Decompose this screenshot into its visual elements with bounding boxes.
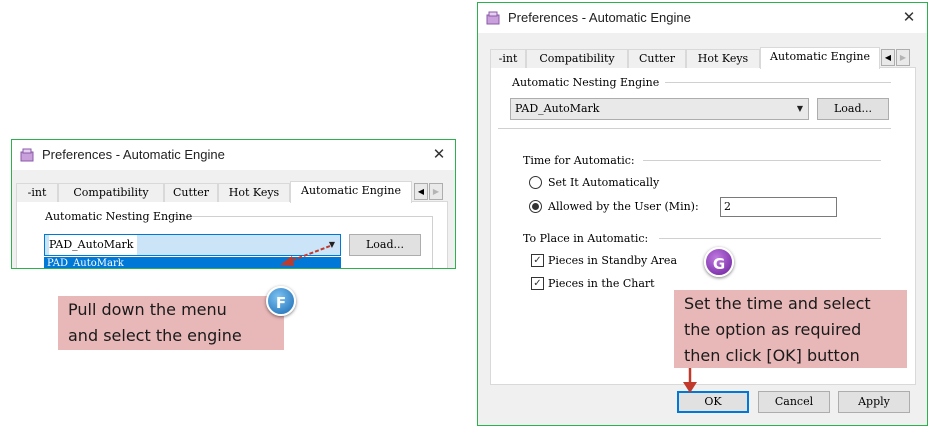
pointer-arrow [280, 245, 331, 266]
callout-g-line: the option as required [684, 320, 862, 339]
callout-g-line: Set the time and select [684, 294, 871, 313]
step-badge-g: G [704, 247, 734, 277]
close-icon[interactable]: ✕ [429, 144, 449, 164]
group-border [498, 128, 891, 129]
checkbox-standby-area[interactable]: ✓ [531, 254, 544, 267]
tab-cutter[interactable]: Cutter [164, 183, 218, 202]
minutes-input[interactable]: 2 [720, 197, 837, 217]
place-group-label: To Place in Automatic: [523, 232, 649, 245]
callout-f-line: and select the engine [68, 326, 242, 345]
pointer-arrow [683, 368, 697, 393]
ok-button[interactable]: OK [677, 391, 749, 413]
time-group-label: Time for Automatic: [523, 154, 635, 167]
group-border [432, 216, 433, 268]
engine-group-label: Automatic Nesting Engine [512, 76, 660, 89]
callout-f: Pull down the menu and select the engine [58, 296, 284, 350]
engine-combo[interactable]: PAD_AutoMark ▼ [510, 98, 809, 120]
tab-compatibility[interactable]: Compatibility [526, 49, 628, 68]
callout-g: Set the time and select the option as re… [674, 290, 907, 368]
title-bar[interactable]: Preferences - Automatic Engine ✕ [12, 140, 455, 170]
callout-g-line: then click [OK] button [684, 346, 860, 365]
tab-scroll-left-icon[interactable]: ◀ [881, 49, 895, 66]
apply-button[interactable]: Apply [838, 391, 910, 413]
radio-allowed-by-user[interactable] [529, 200, 542, 213]
close-icon[interactable]: ✕ [899, 7, 919, 27]
engine-group-label: Automatic Nesting Engine [45, 210, 193, 223]
tab-strip: -int Compatibility Cutter Hot Keys Autom… [16, 181, 448, 203]
engine-combo-value: PAD_AutoMark [515, 102, 600, 115]
group-border [659, 238, 881, 239]
radio-selected-dot [532, 203, 539, 210]
tab-panel: Automatic Nesting Engine PAD_AutoMark ▼ … [16, 202, 448, 268]
checkbox-chart[interactable]: ✓ [531, 277, 544, 290]
chevron-down-icon[interactable]: ▼ [797, 99, 803, 119]
tab-print[interactable]: -int [16, 183, 58, 202]
cancel-button[interactable]: Cancel [758, 391, 830, 413]
group-border [167, 216, 433, 217]
group-border [665, 82, 891, 83]
tab-strip: -int Compatibility Cutter Hot Keys Autom… [490, 47, 916, 69]
tab-cutter[interactable]: Cutter [628, 49, 686, 68]
title-bar[interactable]: Preferences - Automatic Engine ✕ [478, 3, 927, 33]
engine-combo-value: PAD_AutoMark [49, 235, 138, 255]
radio-set-automatically-label[interactable]: Set It Automatically [548, 176, 659, 189]
tab-automatic-engine[interactable]: Automatic Engine [290, 181, 412, 203]
app-icon [20, 148, 34, 162]
tab-scroll-right-icon[interactable]: ▶ [429, 183, 443, 200]
load-button[interactable]: Load... [817, 98, 889, 120]
checkbox-standby-area-label[interactable]: Pieces in Standby Area [548, 254, 677, 267]
app-icon [486, 11, 500, 25]
checkbox-chart-label[interactable]: Pieces in the Chart [548, 277, 655, 290]
tab-hot-keys[interactable]: Hot Keys [686, 49, 760, 68]
radio-set-automatically[interactable] [529, 176, 542, 189]
tab-scroll-right-icon[interactable]: ▶ [896, 49, 910, 66]
step-badge-f: F [266, 286, 296, 316]
window-title: Preferences - Automatic Engine [508, 10, 691, 25]
group-border [643, 160, 881, 161]
load-button[interactable]: Load... [349, 234, 421, 256]
tab-print[interactable]: -int [490, 49, 526, 68]
window-title: Preferences - Automatic Engine [42, 147, 225, 162]
radio-allowed-by-user-label[interactable]: Allowed by the User (Min): [548, 200, 699, 213]
callout-f-line: Pull down the menu [68, 300, 227, 319]
tab-hot-keys[interactable]: Hot Keys [218, 183, 290, 202]
tab-compatibility[interactable]: Compatibility [58, 183, 164, 202]
tab-automatic-engine[interactable]: Automatic Engine [760, 47, 880, 69]
tab-scroll-left-icon[interactable]: ◀ [414, 183, 428, 200]
dialog-left: Preferences - Automatic Engine ✕ -int Co… [11, 139, 456, 269]
